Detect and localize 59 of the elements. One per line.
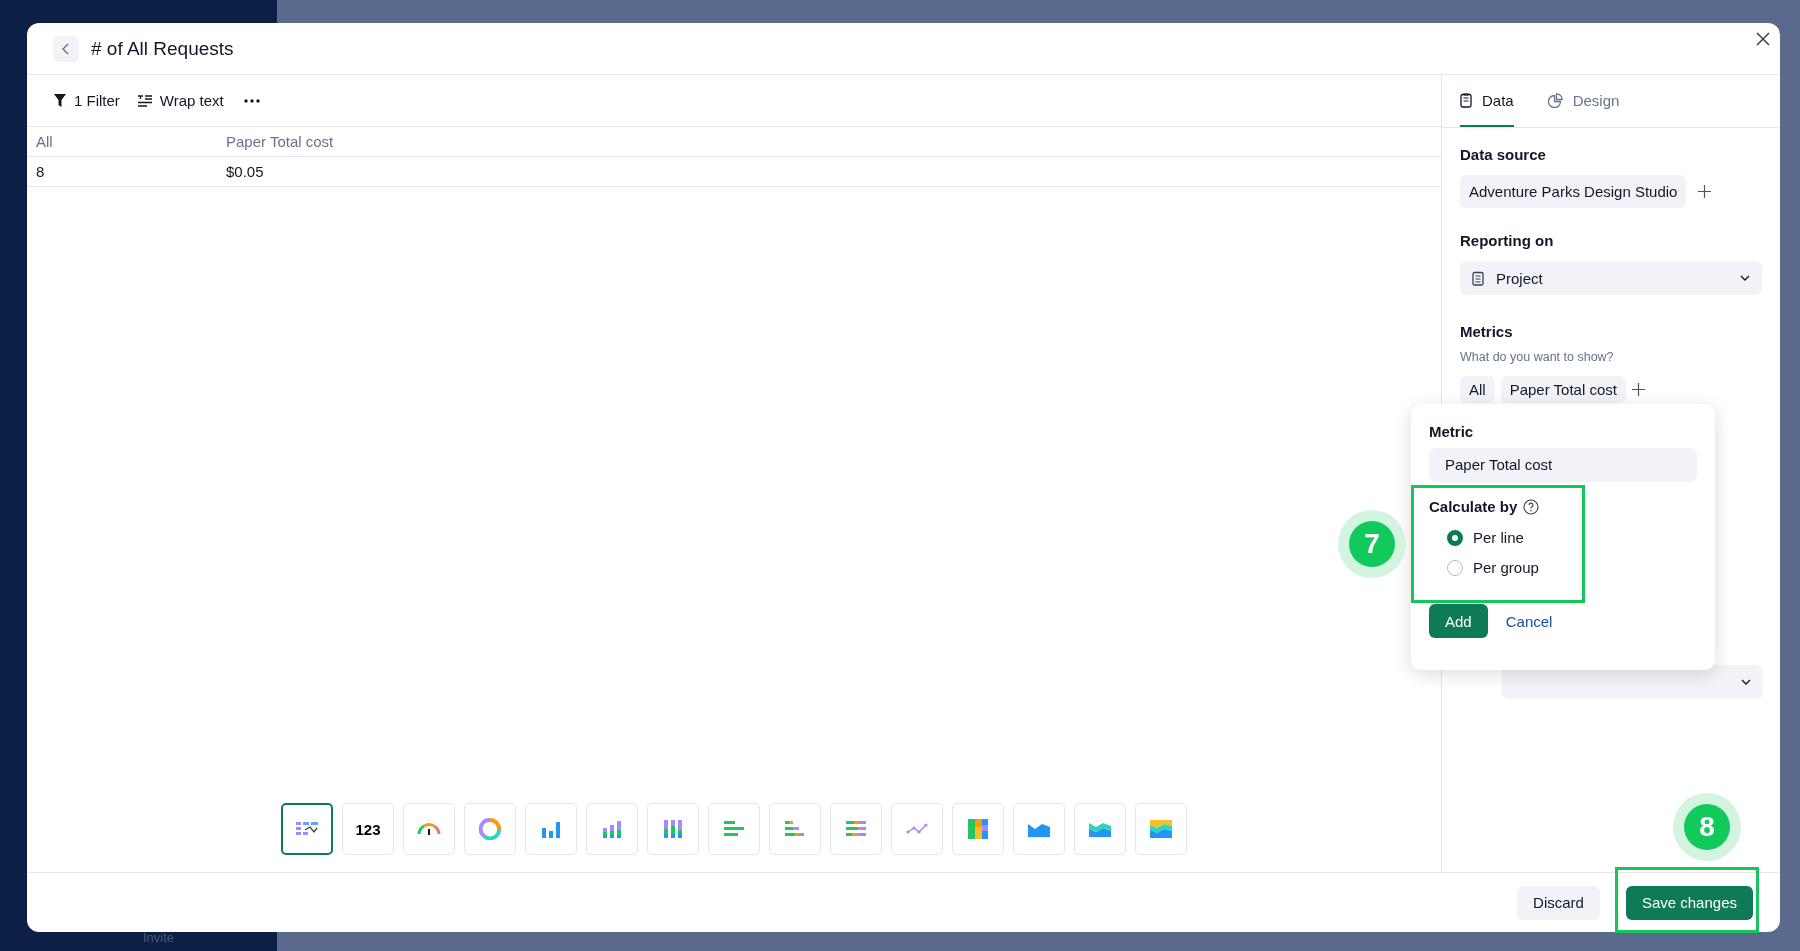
wrap-text-icon bbox=[137, 94, 152, 107]
area-chart-icon bbox=[1028, 821, 1050, 837]
stacked-bar-chart-icon bbox=[603, 820, 621, 838]
donut-chart-icon bbox=[479, 818, 501, 840]
field-label: Calculate by bbox=[1429, 498, 1518, 515]
save-changes-button[interactable]: Save changes bbox=[1625, 885, 1753, 920]
radio-option[interactable]: Per line bbox=[1447, 529, 1539, 546]
option-label: Per group bbox=[1473, 559, 1539, 576]
metric-chip[interactable]: Paper Total cost bbox=[1500, 376, 1626, 403]
full-horizontal-bar-icon bbox=[846, 821, 866, 837]
full-area-chart-icon bbox=[1150, 820, 1172, 838]
line-chart-icon bbox=[906, 823, 928, 835]
bar-chart-icon bbox=[542, 820, 560, 838]
full-bar-chart-icon bbox=[664, 820, 682, 838]
hint-text: What do you want to show? bbox=[1460, 350, 1614, 364]
metric-field[interactable]: Paper Total cost bbox=[1429, 448, 1697, 482]
section-label: Metrics bbox=[1460, 323, 1513, 340]
stacked-area-chart-icon bbox=[1089, 821, 1111, 837]
cancel-button[interactable]: Cancel bbox=[1505, 612, 1553, 630]
dialog-title: # of All Requests bbox=[91, 37, 234, 60]
section-label: Data source bbox=[1460, 146, 1546, 163]
clipboard-icon bbox=[1460, 92, 1472, 108]
horizontal-bar-chart-icon bbox=[724, 821, 744, 837]
table-icon bbox=[296, 822, 318, 836]
wrap-text-button[interactable]: Wrap text bbox=[137, 92, 224, 109]
data-source-chip[interactable]: Adventure Parks Design Studio bbox=[1460, 175, 1687, 208]
treemap-icon bbox=[968, 819, 988, 839]
column-header: Paper Total cost bbox=[225, 133, 334, 150]
discard-button[interactable]: Discard bbox=[1517, 885, 1600, 920]
metric-chip[interactable]: All bbox=[1460, 376, 1495, 403]
chevron-left-icon bbox=[61, 42, 71, 55]
radio-button[interactable] bbox=[1447, 529, 1463, 546]
plus-icon[interactable] bbox=[1698, 185, 1712, 198]
panel-tab[interactable]: Data bbox=[1460, 75, 1514, 127]
field-label: Metric bbox=[1429, 423, 1474, 440]
gauge-icon bbox=[417, 822, 441, 836]
filter-button[interactable]: 1 Filter bbox=[54, 92, 120, 109]
plus-icon[interactable] bbox=[1631, 383, 1645, 396]
section-label: Reporting on bbox=[1460, 232, 1554, 249]
back-button[interactable] bbox=[53, 35, 79, 62]
table-cell-text: 8 bbox=[35, 163, 46, 180]
clipboard-icon bbox=[1472, 270, 1484, 286]
chart-type-button[interactable] bbox=[281, 803, 333, 855]
filter-icon bbox=[54, 94, 66, 107]
radio-option[interactable]: Per group bbox=[1447, 559, 1539, 576]
chart-type-button[interactable]: 123 bbox=[342, 803, 394, 855]
more-icon[interactable] bbox=[243, 98, 260, 103]
chevron-down-icon bbox=[1741, 679, 1751, 685]
table-cell-text: $0.05 bbox=[225, 163, 264, 180]
column-header: All bbox=[35, 133, 54, 150]
reporting-on-select[interactable]: Project bbox=[1460, 261, 1762, 295]
panel-tab[interactable]: Design bbox=[1547, 75, 1620, 127]
add-button[interactable]: Add bbox=[1429, 604, 1488, 638]
option-label: Per line bbox=[1473, 529, 1524, 546]
help-icon[interactable] bbox=[1523, 498, 1540, 515]
pie-chart-icon bbox=[1547, 92, 1563, 108]
stacked-horizontal-bar-icon bbox=[785, 821, 805, 837]
close-icon[interactable] bbox=[1756, 32, 1770, 46]
chevron-down-icon bbox=[1740, 275, 1750, 281]
